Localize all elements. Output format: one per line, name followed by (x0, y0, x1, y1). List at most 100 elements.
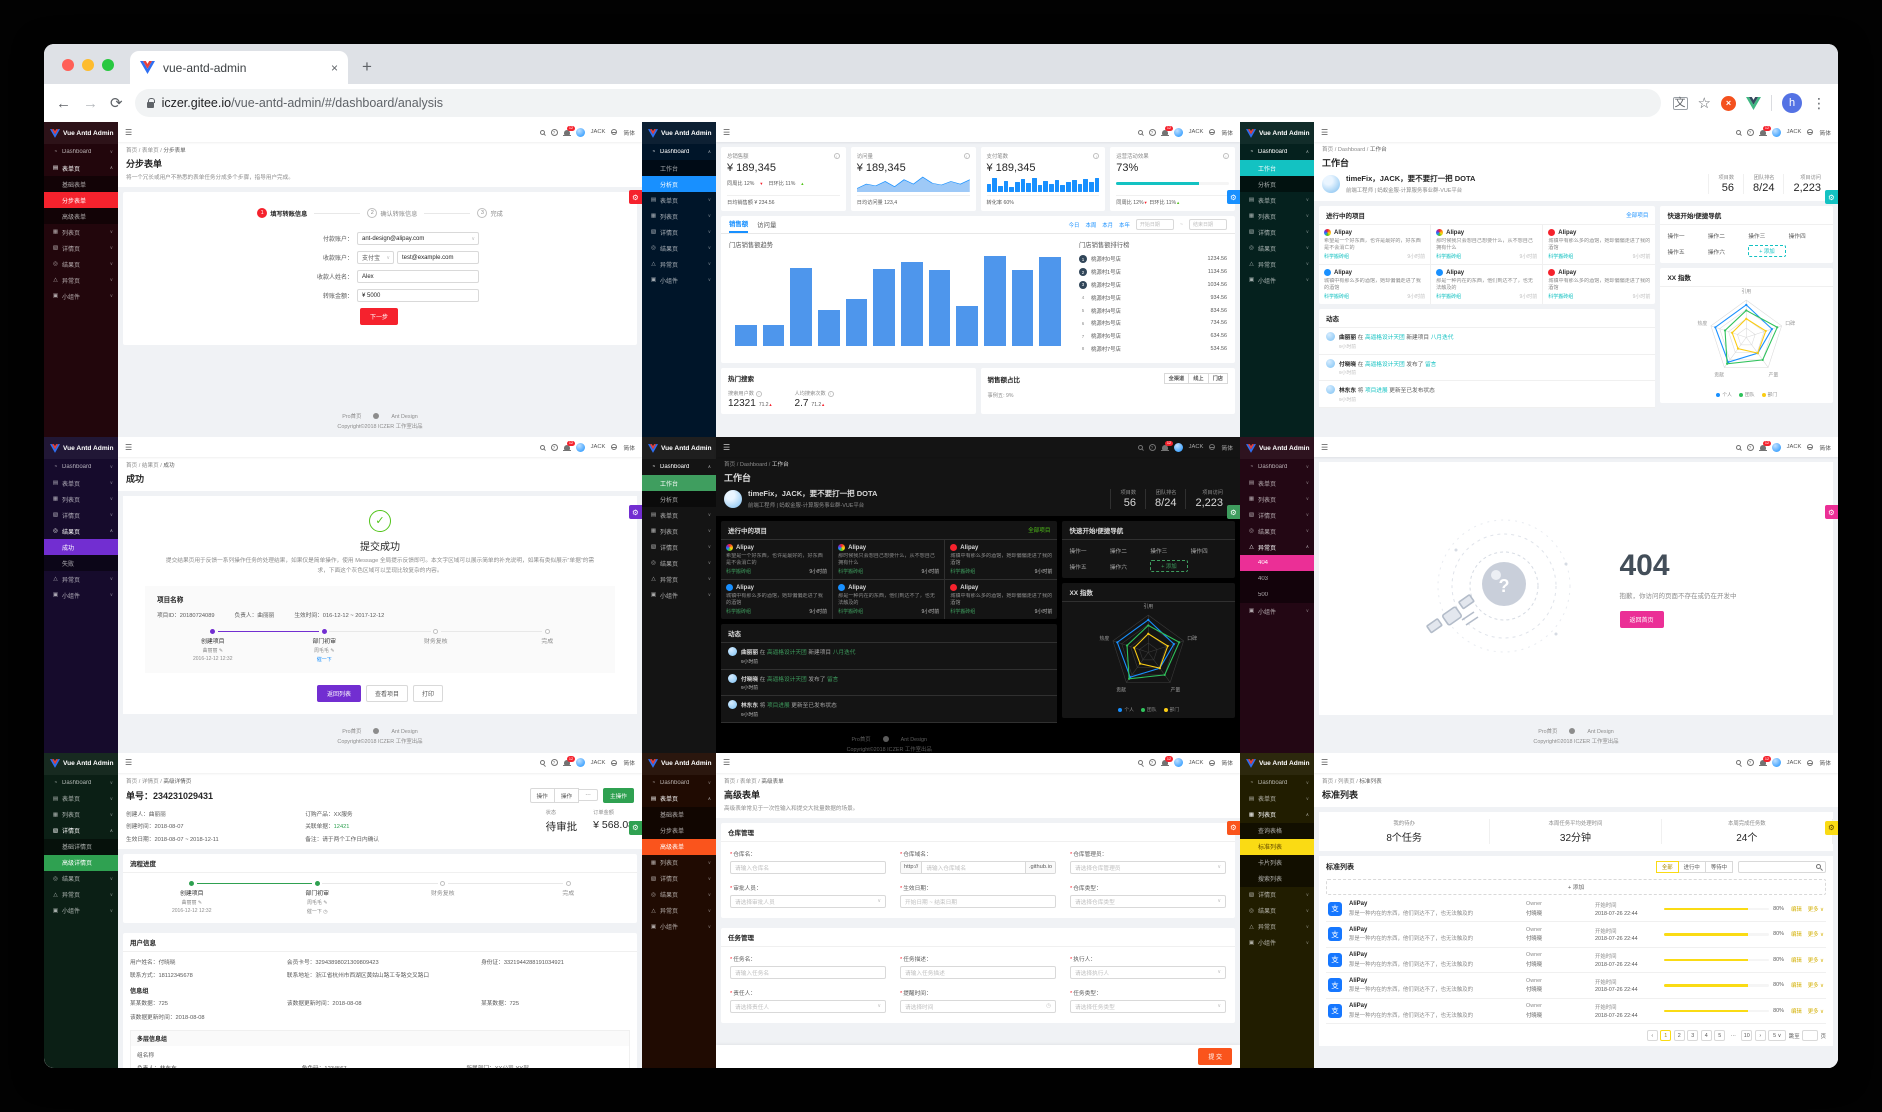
item-link[interactable]: 八月迭代 (1431, 335, 1454, 341)
sidebar-item[interactable]: 基础表单 (642, 806, 716, 823)
help-icon[interactable]: ? (1746, 759, 1754, 767)
sidebar-item[interactable]: ▧ 详情页 ∧ (44, 823, 118, 839)
menu-fold-icon[interactable]: ☰ (125, 128, 132, 137)
sidebar-item[interactable]: ▤ 表单页 ∧ (642, 791, 716, 807)
footer-link[interactable]: Ant Design (1587, 729, 1613, 735)
app-logo[interactable]: Vue Antd Admin (44, 437, 118, 460)
sidebar-item[interactable]: ▦ 列表页 ∨ (44, 491, 118, 507)
notification-bell-icon[interactable]: 12 (1161, 756, 1173, 766)
info-icon[interactable]: i (833, 153, 840, 159)
page-number[interactable]: 4 (1700, 1030, 1712, 1042)
quick-op-link[interactable]: 操作四 (1191, 546, 1228, 555)
tab-close-icon[interactable]: × (331, 61, 338, 75)
view-project-button[interactable]: 查看项目 (365, 684, 408, 702)
team-link[interactable]: 项目进展 (1365, 388, 1388, 394)
language-globe-icon[interactable] (611, 444, 618, 451)
extension-icon-orange[interactable]: × (1721, 95, 1736, 111)
back-button[interactable]: ← (56, 95, 71, 112)
form-control[interactable]: 请输入任务名 (730, 965, 886, 979)
sidebar-item[interactable]: ▤ 表单页 ∨ (642, 507, 716, 523)
form-control[interactable]: 请选择仓库管理员 (1070, 860, 1226, 874)
group-link[interactable]: 科学搬砖组 (950, 568, 975, 575)
date-start-input[interactable]: 开始日期 (1135, 219, 1174, 230)
sidebar-item[interactable]: ◎ 结果页 ∨ (44, 256, 118, 272)
form-control[interactable]: 请输入仓库名 (730, 860, 886, 874)
language-globe-icon[interactable] (1209, 759, 1216, 766)
form-control[interactable]: 请输入任务描述 (900, 965, 1056, 979)
info-icon[interactable]: i (963, 153, 970, 159)
sidebar-item[interactable]: ◎ 结果页 ∨ (44, 871, 118, 887)
app-logo[interactable]: Vue Antd Admin (44, 752, 118, 775)
help-icon[interactable]: ? (1746, 128, 1754, 136)
user-avatar[interactable] (575, 442, 585, 452)
sidebar-item[interactable]: ▤ 表单页 ∧ (44, 160, 118, 176)
sidebar-item[interactable]: ▣ 小组件 ∨ (642, 272, 716, 288)
sidebar-item[interactable]: ▦ 列表页 ∨ (642, 208, 716, 224)
app-logo[interactable]: Vue Antd Admin (1240, 437, 1314, 460)
sidebar-item[interactable]: ◎ 结果页 ∨ (642, 555, 716, 571)
more-link[interactable]: 更多 ∨ (1808, 1007, 1824, 1015)
all-projects-link[interactable]: 全部项目 (1626, 211, 1648, 219)
sidebar-item[interactable]: ▦ 列表页 ∨ (1240, 208, 1314, 224)
vue-devtools-icon[interactable] (1746, 96, 1761, 110)
next-step-button[interactable]: 下一步 (359, 308, 398, 325)
project-card[interactable]: Alipay 城镇中有那么多的酒馆，她却偏偏走进了我的酒馆 科学搬砖组 9小时前 (1319, 265, 1432, 304)
sidebar-item[interactable]: ◎ 结果页 ∧ (44, 523, 118, 539)
sidebar-item[interactable]: ▦ 列表页 ∨ (642, 523, 716, 539)
username[interactable]: JACK (1787, 129, 1802, 135)
sidebar-item[interactable]: ▣ 小组件 ∨ (642, 587, 716, 603)
sidebar-item[interactable]: 分步表单 (642, 822, 716, 839)
username[interactable]: JACK (591, 760, 606, 766)
edit-link[interactable]: 编辑 (1791, 1007, 1802, 1015)
group-link[interactable]: 科学搬砖组 (1324, 293, 1349, 300)
page-number[interactable]: ··· (1727, 1030, 1739, 1042)
menu-fold-icon[interactable]: ☰ (723, 128, 730, 137)
quick-op-link[interactable]: 操作三 (1748, 231, 1785, 240)
edit-link[interactable]: 编辑 (1791, 930, 1802, 938)
settings-gear-handle[interactable]: ⚙ (1227, 505, 1240, 520)
filter-button[interactable]: 进行中 (1677, 860, 1706, 873)
app-logo[interactable]: Vue Antd Admin (1240, 122, 1314, 144)
language-label[interactable]: 简体 (1221, 758, 1233, 767)
search-icon[interactable] (539, 444, 545, 450)
group-link[interactable]: 科学搬砖组 (726, 608, 751, 615)
sidebar-item[interactable]: ▧ 详情页 ∨ (1240, 224, 1314, 240)
notification-bell-icon[interactable]: 12 (563, 756, 575, 766)
profile-avatar[interactable]: h (1782, 93, 1802, 113)
footer-link[interactable]: Pro首页 (851, 737, 870, 743)
github-icon[interactable] (882, 735, 889, 742)
sidebar-item[interactable]: ▣ 小组件 ∨ (1240, 603, 1314, 619)
sidebar-item[interactable]: 403 (1240, 571, 1314, 588)
help-icon[interactable]: ? (550, 443, 558, 451)
user-avatar[interactable] (1771, 127, 1781, 137)
sidebar-item[interactable]: ◔ Dashboard ∨ (44, 459, 118, 475)
team-link[interactable]: 项目进展 (767, 703, 790, 709)
language-globe-icon[interactable] (1209, 129, 1216, 135)
back-home-button[interactable]: 返回首页 (1619, 611, 1664, 629)
sidebar-item[interactable]: ▤ 表单页 ∨ (44, 791, 118, 807)
sidebar-item[interactable]: 500 (1240, 587, 1314, 604)
help-icon[interactable]: ? (1148, 759, 1156, 767)
list-search-input[interactable] (1738, 860, 1826, 873)
user-avatar[interactable] (1173, 127, 1183, 137)
language-globe-icon[interactable] (611, 129, 618, 135)
footer-link[interactable]: Pro首页 (342, 729, 361, 735)
project-card[interactable]: Alipay 那是一种内在的东西，他们到达不了，也无法触及的 科学搬砖组 9小时前 (1431, 265, 1544, 304)
group-link[interactable]: 科学搬砖组 (1436, 253, 1461, 260)
sidebar-item[interactable]: ◔ Dashboard ∨ (1240, 459, 1314, 475)
team-link[interactable]: 高逼格设计天团 (1365, 362, 1405, 368)
range-link[interactable]: 今日 (1069, 221, 1080, 229)
sidebar-item[interactable]: ◎ 结果页 ∨ (1240, 903, 1314, 919)
team-link[interactable]: 高逼格设计天团 (767, 650, 807, 656)
sidebar-item[interactable]: 404 (1240, 555, 1314, 572)
sidebar-item[interactable]: ▦ 列表页 ∨ (44, 807, 118, 823)
item-link[interactable]: 八月迭代 (833, 650, 856, 656)
team-link[interactable]: 高逼格设计天团 (767, 677, 807, 683)
amount-input[interactable]: ¥ 5000 (357, 289, 479, 302)
search-icon[interactable] (1735, 444, 1741, 450)
page-number[interactable]: 3 (1687, 1030, 1699, 1042)
all-projects-link[interactable]: 全部项目 (1028, 526, 1050, 534)
form-control[interactable]: 请选择责任人 (730, 999, 886, 1013)
sidebar-item[interactable]: ◔ Dashboard ∧ (642, 144, 716, 160)
menu-fold-icon[interactable]: ☰ (1321, 758, 1328, 767)
